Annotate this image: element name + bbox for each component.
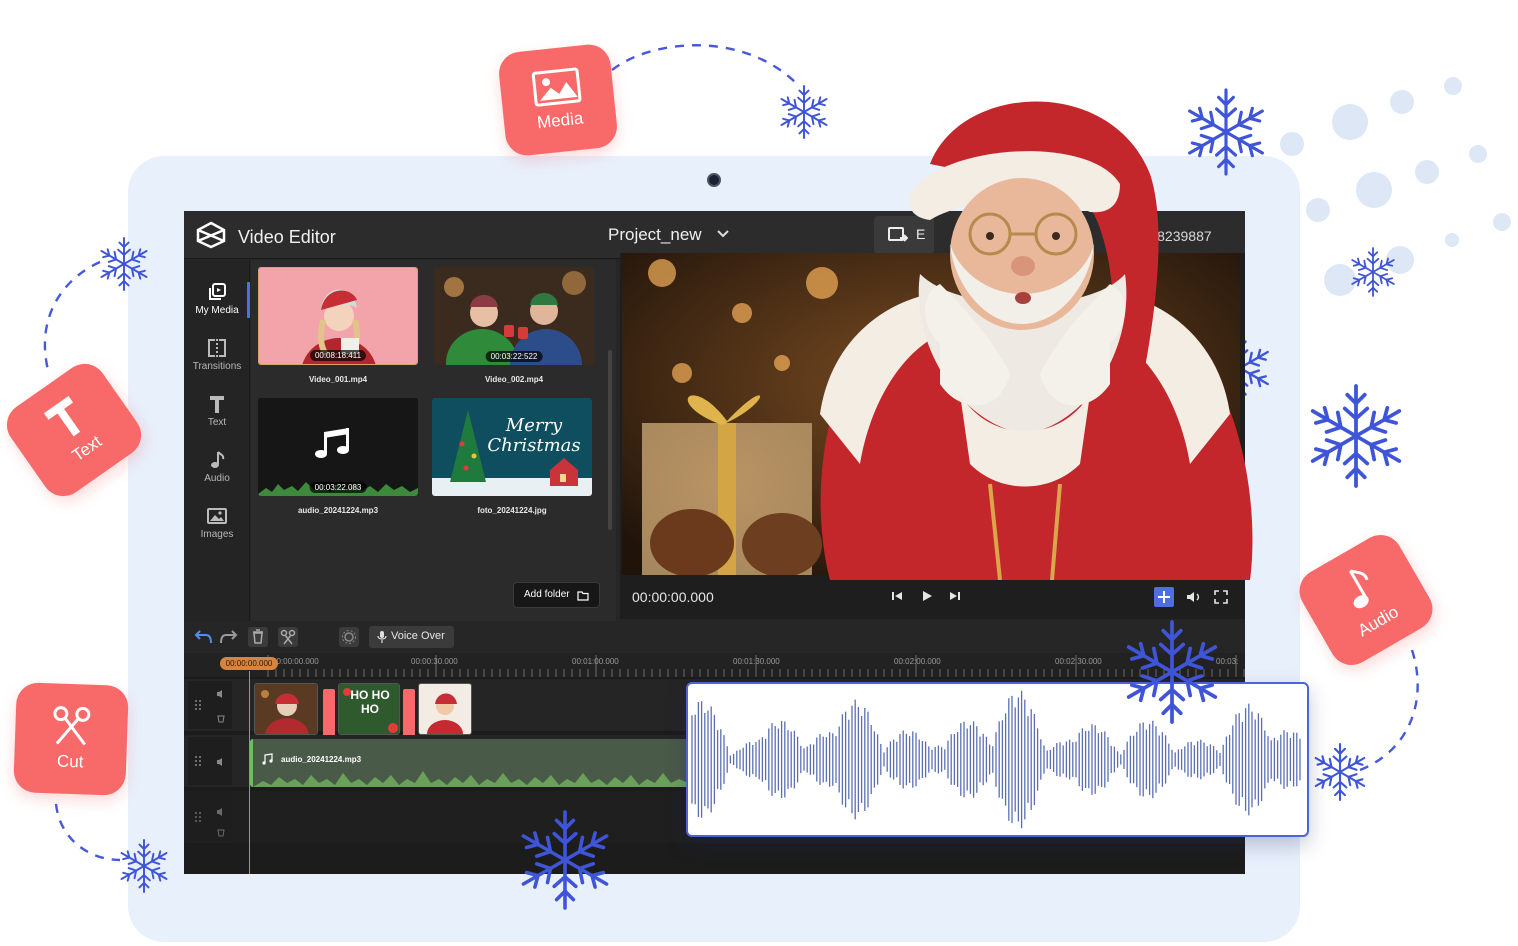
plus-icon [1158, 591, 1170, 603]
folder-icon [577, 591, 589, 601]
transition-marker[interactable] [403, 689, 415, 741]
sidebar-item-label: Transitions [192, 361, 242, 372]
image-icon [531, 67, 582, 107]
add-to-timeline-button[interactable] [1154, 587, 1174, 607]
sidebar: My Media Transitions Text Audio Images [184, 260, 250, 622]
music-note-icon [1349, 569, 1369, 609]
text-icon [210, 396, 224, 413]
next-frame-icon[interactable] [948, 589, 962, 603]
timeline-toolbar: Voice Over [184, 621, 1245, 653]
santa-image [820, 101, 1253, 580]
add-folder-label: Add folder [524, 589, 570, 600]
duration-badge: 00:03:22:522 [485, 351, 543, 362]
app-title: Video Editor [238, 227, 336, 247]
media-thumb-image[interactable]: Merry Christmas [432, 398, 592, 496]
drag-handle-icon[interactable] [194, 755, 202, 767]
images-icon [207, 508, 227, 524]
clip-thumbnail [255, 684, 317, 734]
voice-over-button[interactable]: Voice Over [369, 626, 454, 648]
media-thumb-video-2[interactable]: 00:03:22:522 [434, 267, 594, 365]
playhead-line [249, 671, 250, 874]
timeline-clip[interactable]: HO HO HO [338, 683, 400, 735]
project-name[interactable]: Project_new [608, 225, 702, 245]
chevron-down-icon[interactable] [716, 229, 730, 239]
audio-badge: Audio [1291, 526, 1441, 674]
settings-icon[interactable] [339, 627, 359, 647]
sidebar-item-transitions[interactable]: Transitions [184, 338, 250, 390]
transitions-icon [208, 339, 226, 357]
trash-icon[interactable] [216, 713, 226, 723]
audio-icon [211, 451, 225, 468]
sidebar-item-audio[interactable]: Audio [184, 450, 250, 502]
media-scrollbar[interactable] [608, 350, 612, 530]
sidebar-item-images[interactable]: Images [184, 506, 250, 558]
clip-text: HO HO HO [350, 688, 390, 716]
audio-clip-name: audio_20241224.mp3 [281, 755, 362, 764]
duration-badge: 00:03:22.083 [309, 482, 367, 493]
volume-icon[interactable] [216, 757, 226, 767]
timeline-clip[interactable] [418, 683, 472, 735]
track-header [188, 793, 232, 841]
trash-icon[interactable] [216, 827, 226, 837]
delete-icon[interactable] [248, 627, 268, 647]
audio-waveform [691, 690, 1301, 829]
redo-icon[interactable] [218, 627, 238, 647]
ruler-label: 00:01:30.000 [733, 657, 780, 666]
drag-handle-icon[interactable] [194, 811, 202, 823]
ruler-label: 00:03: [1216, 657, 1239, 666]
cut-badge-label: Cut [56, 751, 84, 772]
sidebar-item-label: Audio [204, 473, 230, 484]
previous-frame-icon[interactable] [890, 589, 904, 603]
sidebar-item-label: My Media [195, 305, 239, 316]
undo-icon[interactable] [194, 627, 214, 647]
clip-thumbnail [419, 684, 471, 734]
add-folder-button[interactable]: Add folder [513, 582, 600, 608]
ruler-label: 00:02:30.000 [1055, 657, 1102, 666]
waveform-overlay [686, 682, 1309, 837]
playhead-time[interactable]: 00:00:00.000 [220, 657, 278, 670]
media-name: Video_002.mp4 [484, 375, 544, 384]
fullscreen-icon[interactable] [1214, 590, 1228, 604]
media-badge: Media [496, 42, 620, 158]
transition-marker[interactable] [323, 689, 335, 741]
media-badge-label: Media [536, 108, 585, 133]
microphone-icon [377, 631, 387, 643]
sidebar-item-label: Text [207, 417, 227, 428]
music-note-icon [262, 753, 273, 765]
volume-icon[interactable] [216, 689, 226, 699]
volume-icon[interactable] [216, 807, 226, 817]
sidebar-item-label: Images [200, 529, 234, 540]
ruler-label: 00:02:00.000 [894, 657, 941, 666]
duration-badge: 00:08:18:411 [309, 350, 367, 361]
preview-timecode: 00:00:00.000 [632, 589, 714, 605]
media-name: Video_001.mp4 [308, 375, 368, 384]
volume-icon[interactable] [1186, 590, 1202, 604]
camera-dot [707, 173, 721, 187]
ruler-label: 00:00:00.000 [272, 657, 319, 666]
ruler-label: 00:00:30.000 [411, 657, 458, 666]
audio-clip[interactable]: audio_20241224.mp3 [250, 739, 690, 787]
play-icon[interactable] [920, 589, 934, 603]
timeline-clip[interactable] [254, 683, 318, 735]
media-thumb-video-1[interactable]: 00:08:18:411 [258, 267, 418, 365]
split-icon[interactable] [278, 627, 298, 647]
cut-badge: Cut [13, 682, 129, 796]
ruler-label: 00:01:00.000 [572, 657, 619, 666]
card-text: Merry Christmas [487, 415, 581, 456]
track-header [188, 737, 232, 785]
sidebar-item-my-media[interactable]: My Media [184, 282, 250, 334]
voice-over-label: Voice Over [391, 630, 445, 642]
track-header [188, 681, 232, 729]
scissors-icon [53, 706, 91, 746]
drag-handle-icon[interactable] [194, 699, 202, 711]
media-name: audio_20241224.mp3 [297, 506, 379, 515]
media-library-panel: 00:08:18:411 Video_001.mp4 00:03:22:522 … [251, 260, 616, 622]
app-logo-icon [196, 221, 226, 249]
media-name: foto_20241224.jpg [477, 506, 547, 515]
media-thumb-audio[interactable]: 00:03:22.083 [258, 398, 418, 496]
sidebar-item-text[interactable]: Text [184, 394, 250, 446]
my-media-icon [209, 283, 226, 300]
timeline-ruler[interactable]: 00:00:00.000 00:00:30.000 00:01:00.000 0… [184, 653, 1245, 677]
